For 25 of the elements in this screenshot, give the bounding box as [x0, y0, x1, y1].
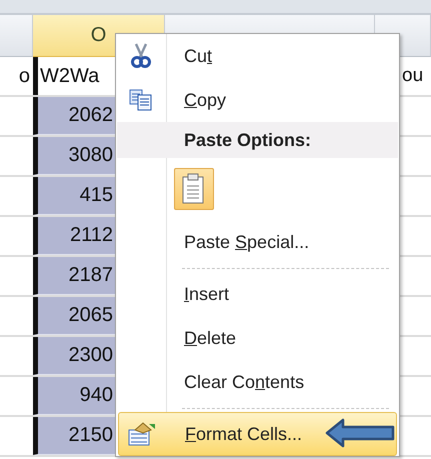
scissors-icon: [130, 43, 152, 69]
menu-item[interactable]: Copy: [118, 78, 397, 122]
menu-item[interactable]: Clear Contents: [118, 360, 397, 404]
menu-item[interactable]: Paste Special...: [118, 220, 397, 264]
menu-item[interactable]: Insert: [118, 272, 397, 316]
table-cell: 2062: [68, 104, 113, 127]
column-header[interactable]: [0, 15, 33, 57]
menu-item[interactable]: Delete: [118, 316, 397, 360]
table-cell: 2065: [68, 304, 113, 327]
table-cell: o: [18, 64, 30, 88]
table-cell: 415: [80, 184, 113, 207]
format-cells-icon: [127, 421, 157, 447]
menu-heading: Paste Options:: [117, 122, 398, 158]
paste-button[interactable]: [174, 168, 214, 210]
clipboard-icon: [182, 173, 206, 205]
table-cell: W2Wa: [40, 64, 100, 88]
table-cell: 2187: [68, 264, 113, 287]
table-cell: 3080: [68, 144, 113, 167]
table-cell: 2150: [68, 424, 113, 447]
table-cell: 2112: [70, 224, 113, 247]
table-cell: 2300: [68, 344, 113, 367]
menu-item[interactable]: Format Cells...: [118, 412, 397, 456]
copy-icon: [129, 89, 153, 111]
table-cell: ou: [402, 65, 424, 87]
table-cell: 940: [80, 384, 113, 407]
